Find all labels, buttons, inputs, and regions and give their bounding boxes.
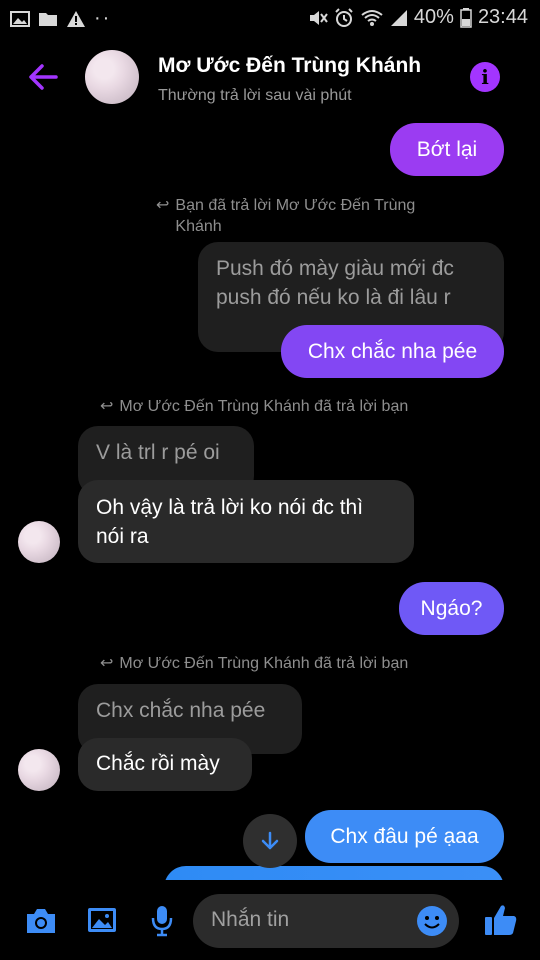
message-text: Ngáo?: [420, 597, 483, 620]
reply-indicator-text: Bạn đã trả lời Mơ Ước Đến Trùng Khánh: [175, 197, 416, 235]
composer-bar: Nhắn tin: [0, 880, 540, 960]
reply-indicator-text: Mơ Ước Đến Trùng Khánh đã trả lời bạn: [119, 655, 409, 672]
wifi-icon: [361, 9, 383, 26]
message-sent[interactable]: Chx đâu pé ạaa: [305, 810, 504, 863]
reply-icon: ↩: [156, 197, 170, 214]
reply-icon: ↩: [100, 398, 114, 415]
gallery-notification-icon: [10, 10, 30, 27]
battery-icon: [460, 7, 472, 28]
chat-header: Mơ Ước Đến Trùng Khánh Thường trả lời sa…: [0, 36, 540, 120]
contact-avatar-small[interactable]: [18, 749, 60, 791]
warning-notification-icon: [67, 10, 85, 27]
active-status: Thường trả lời sau vài phút: [158, 87, 352, 104]
message-text: Bớt lại: [416, 138, 478, 161]
status-right: 40% 23:44: [308, 6, 528, 29]
message-text: Chắc rồi mày: [96, 752, 220, 775]
quoted-text: Chx chắc nha pée: [96, 699, 266, 722]
message-text: Chx chắc nha pée: [307, 340, 478, 363]
alarm-icon: [335, 7, 353, 27]
emoji-icon[interactable]: [416, 905, 448, 937]
battery-percent: 40%: [413, 6, 454, 28]
signal-icon: [390, 9, 407, 26]
quoted-text: V là trl r pé oi: [96, 441, 220, 464]
contact-name[interactable]: Mơ Ước Đến Trùng Khánh: [158, 54, 421, 78]
message-received[interactable]: Oh vậy là trả lời ko nói đc thì nói ra: [78, 480, 414, 563]
message-sent[interactable]: Ngáo?: [399, 582, 504, 635]
camera-icon[interactable]: [24, 906, 58, 936]
reply-indicator: ↩ Mơ Ước Đến Trùng Khánh đã trả lời bạn: [100, 396, 460, 417]
status-left: ··: [10, 7, 111, 30]
status-bar: ·· 40% 23:44: [0, 0, 540, 36]
contact-avatar[interactable]: [85, 50, 139, 104]
reply-indicator: ↩ Bạn đã trả lời Mơ Ước Đến Trùng Khánh: [156, 195, 456, 237]
message-text: Chx đâu pé ạaa: [330, 825, 479, 848]
more-notifications-icon: ··: [94, 7, 112, 29]
mute-icon: [309, 10, 328, 25]
back-arrow-icon[interactable]: [24, 58, 62, 96]
message-text: Oh vậy là trả lời ko nói đc thì nói ra: [96, 496, 364, 548]
arrow-down-icon: [261, 831, 279, 850]
quoted-text: Push đó mày giàu mới đc push đó nếu ko l…: [216, 257, 454, 309]
message-sent[interactable]: Bớt lại: [390, 123, 504, 176]
reply-indicator: ↩ Mơ Ước Đến Trùng Khánh đã trả lời bạn: [100, 653, 460, 674]
info-icon[interactable]: i: [470, 62, 500, 92]
clock: 23:44: [477, 6, 528, 28]
reply-indicator-text: Mơ Ước Đến Trùng Khánh đã trả lời bạn: [119, 398, 409, 415]
message-sent[interactable]: Chx chắc nha pée: [281, 325, 504, 378]
contact-avatar-small[interactable]: [18, 521, 60, 563]
reply-icon: ↩: [100, 655, 114, 672]
scroll-to-bottom-button[interactable]: [243, 814, 297, 868]
message-input-placeholder: Nhắn tin: [211, 908, 290, 931]
microphone-icon[interactable]: [150, 904, 174, 938]
message-received[interactable]: Chắc rồi mày: [78, 738, 252, 791]
folder-notification-icon: [39, 12, 57, 26]
like-thumbs-up-icon[interactable]: [483, 902, 519, 938]
gallery-icon[interactable]: [86, 906, 118, 934]
message-input[interactable]: Nhắn tin: [193, 894, 459, 948]
